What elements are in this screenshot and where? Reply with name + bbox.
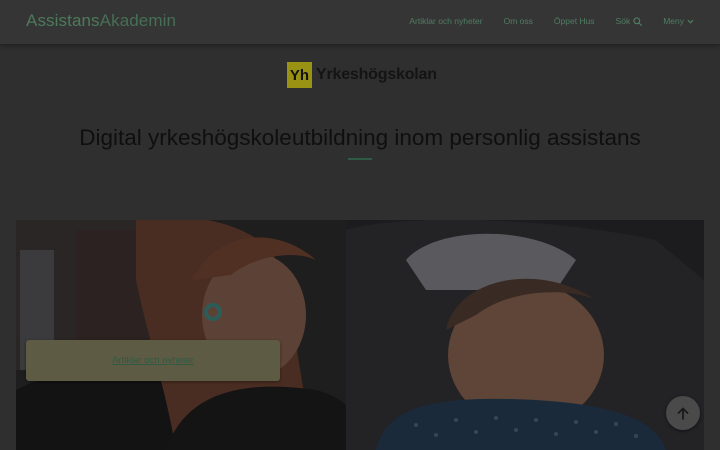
nav-link-open-house[interactable]: Öppet Hus — [554, 16, 595, 26]
search-icon — [633, 16, 643, 26]
nav-label: Sök — [615, 16, 631, 26]
nav-link-articles[interactable]: Artiklar och nyheter — [409, 16, 482, 26]
main-nav: Artiklar och nyheter Om oss Öppet Hus Sö… — [409, 16, 694, 26]
hero-card: Artiklar och nyheter — [26, 340, 280, 381]
yh-badge: Yh — [287, 62, 312, 88]
nav-menu-button[interactable]: Meny — [663, 16, 694, 26]
logo-text-akademin: Akademin — [99, 11, 177, 30]
nav-search-button[interactable]: Sök — [616, 16, 643, 26]
site-header: AssistansAkademin Artiklar och nyheter O… — [0, 0, 720, 44]
site-logo[interactable]: AssistansAkademin — [26, 11, 176, 31]
title-underline — [348, 158, 372, 160]
yh-name: Yrkeshögskolan — [316, 66, 437, 83]
nav-label: Meny — [663, 16, 684, 26]
nav-link-about[interactable]: Om oss — [504, 16, 533, 26]
arrow-up-icon — [677, 407, 689, 420]
back-to-top-button[interactable] — [666, 396, 700, 430]
logo-text-assistans: Assistans — [26, 11, 100, 30]
yrkeshogskolan-logo: Yh Yrkeshögskolan — [287, 62, 437, 88]
page-title: Digital yrkeshögskoleutbildning inom per… — [79, 125, 641, 150]
hero-photo-illustration — [16, 220, 704, 450]
hero-image — [16, 220, 704, 450]
nav-label: Öppet Hus — [553, 16, 595, 26]
chevron-down-icon — [687, 19, 694, 24]
card-articles-link[interactable]: Artiklar och nyheter — [112, 355, 194, 366]
nav-label: Om oss — [503, 16, 533, 26]
nav-label: Artiklar och nyheter — [409, 16, 483, 26]
